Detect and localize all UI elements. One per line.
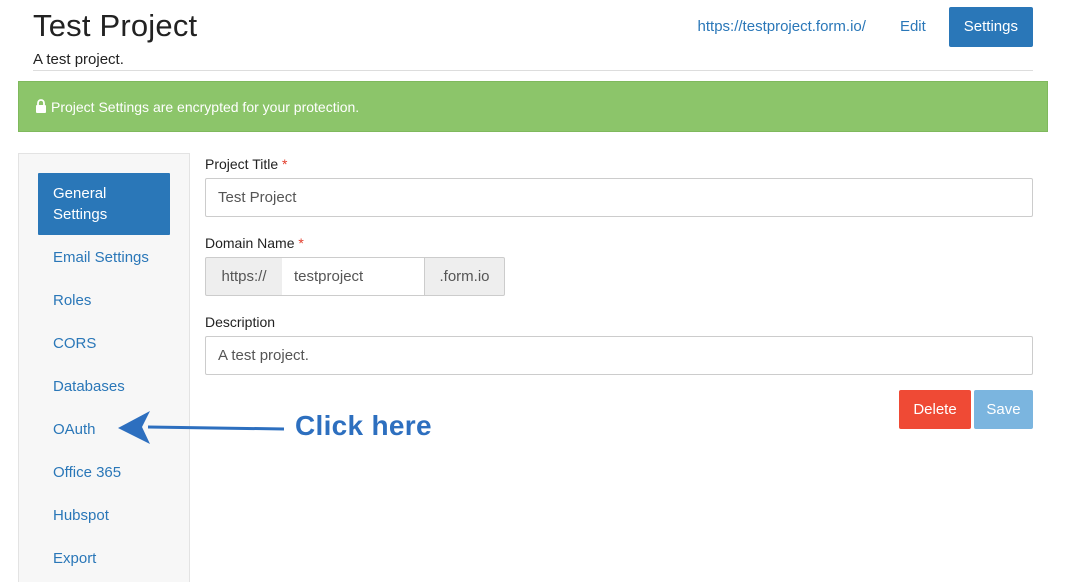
annotation-callout: Click here (295, 410, 432, 441)
sidebar-item-export[interactable]: Export (38, 548, 170, 569)
sidebar-item-office-365[interactable]: Office 365 (38, 462, 170, 483)
lock-icon (35, 98, 47, 113)
page-title: Test Project (33, 8, 198, 43)
header-divider (33, 70, 1033, 71)
sidebar-item-databases[interactable]: Databases (38, 376, 170, 397)
annotation-arrow (118, 411, 285, 444)
sidebar-item-hubspot[interactable]: Hubspot (38, 505, 170, 526)
domain-prefix-addon: https:// (205, 257, 283, 296)
delete-button[interactable]: Delete (899, 390, 971, 429)
top-nav: https://testproject.form.io/ Edit Settin… (683, 7, 1033, 47)
project-url-link[interactable]: https://testproject.form.io/ (683, 7, 881, 47)
project-title-label-text: Project Title (205, 156, 279, 172)
page-subtitle: A test project. (33, 51, 124, 68)
page: Test Project A test project. https://tes… (0, 0, 1069, 582)
sidebar-item-roles[interactable]: Roles (38, 290, 170, 311)
sidebar-item-label: Settings (53, 206, 108, 223)
edit-link[interactable]: Edit (885, 7, 941, 47)
encryption-alert: Project Settings are encrypted for your … (18, 81, 1048, 132)
domain-name-input[interactable]: testproject (282, 257, 424, 296)
sidebar-item-email-settings[interactable]: Email Settings (38, 247, 170, 268)
project-title-input[interactable]: Test Project (205, 178, 1033, 217)
project-title-label: Project Title * (205, 156, 287, 172)
sidebar-item-cors[interactable]: CORS (38, 333, 170, 354)
domain-name-label: Domain Name * (205, 235, 304, 251)
settings-tab[interactable]: Settings (948, 7, 1033, 47)
save-button[interactable]: Save (974, 390, 1033, 429)
required-marker: * (298, 235, 304, 251)
description-input[interactable]: A test project. (205, 336, 1033, 375)
domain-name-label-text: Domain Name (205, 235, 295, 251)
description-label: Description (205, 314, 276, 330)
required-marker: * (282, 156, 288, 172)
alert-text: Project Settings are encrypted for your … (51, 98, 360, 115)
domain-suffix-addon: .form.io (424, 257, 505, 296)
sidebar-item-label: General (53, 185, 107, 202)
sidebar-item-general-settings[interactable]: General Settings (38, 173, 170, 235)
